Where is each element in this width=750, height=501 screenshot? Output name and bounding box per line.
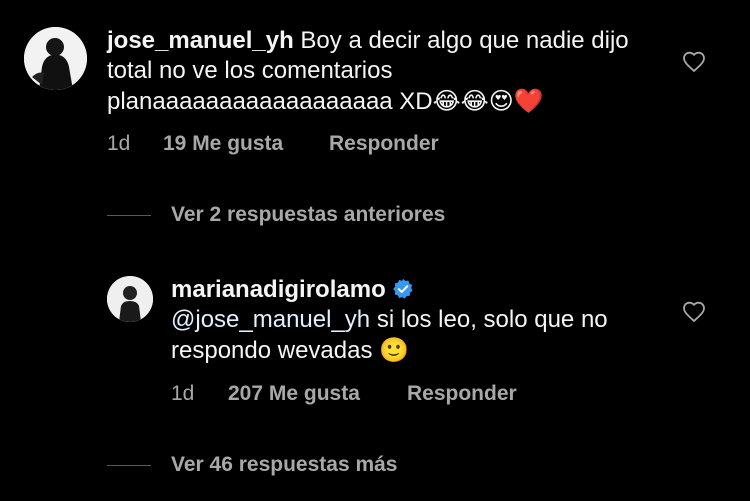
thread-line: [107, 465, 151, 466]
comment-text: marianadigirolamo @jose_manuel_yh si los…: [171, 275, 631, 366]
comment-text: jose_manuel_yh Boy a decir algo que nadi…: [107, 26, 647, 117]
comment-username[interactable]: marianadigirolamo: [171, 276, 386, 303]
heart-outline-icon[interactable]: [681, 50, 707, 74]
heart-outline-icon[interactable]: [681, 300, 707, 324]
comment-time: 1d: [171, 382, 195, 405]
reply-button[interactable]: Responder: [407, 382, 517, 406]
verified-badge-icon: [392, 278, 413, 299]
comment-emojis: 😂😂😍❤️: [432, 87, 544, 115]
reply-button[interactable]: Responder: [329, 132, 439, 156]
comment-likes[interactable]: 19 Me gusta: [163, 132, 283, 156]
comment-username[interactable]: jose_manuel_yh: [107, 27, 294, 54]
view-previous-replies[interactable]: Ver 2 respuestas anteriores: [171, 203, 445, 227]
comment-time: 1d: [107, 132, 131, 155]
avatar[interactable]: [107, 276, 153, 322]
comment-emojis: 🙂: [379, 336, 410, 364]
avatar[interactable]: [24, 27, 87, 90]
thread-line: [107, 215, 151, 216]
view-more-replies[interactable]: Ver 46 respuestas más: [171, 453, 398, 477]
comment-likes[interactable]: 207 Me gusta: [228, 382, 360, 406]
mention-link[interactable]: @jose_manuel_yh: [171, 306, 370, 333]
